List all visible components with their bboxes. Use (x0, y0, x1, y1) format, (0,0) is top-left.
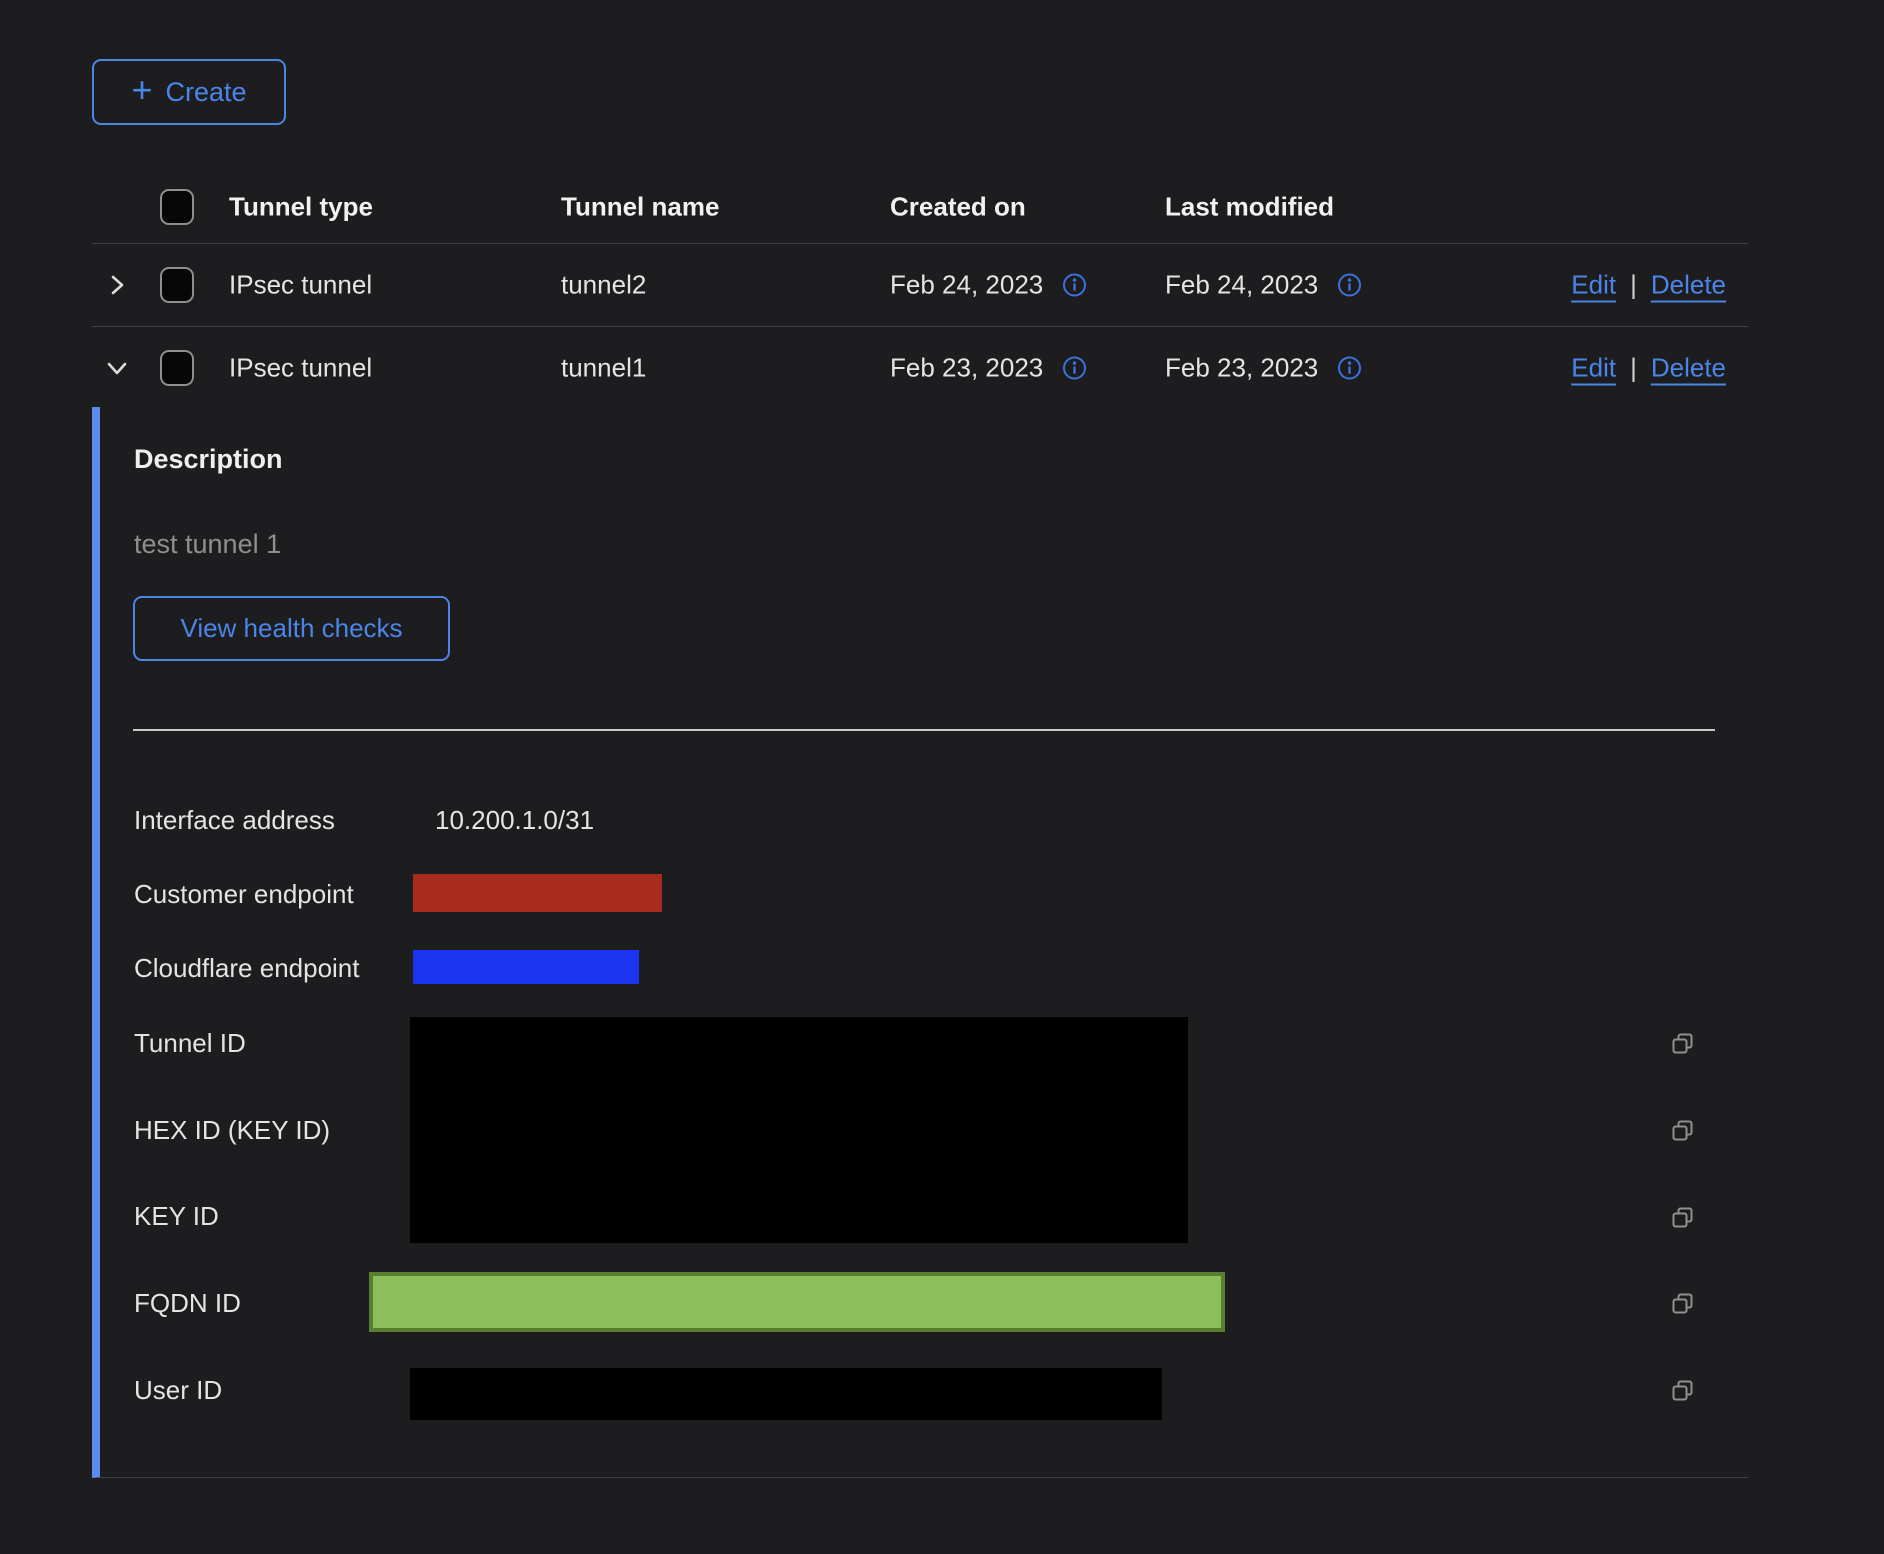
copy-hex-id-icon[interactable] (1670, 1118, 1696, 1144)
column-header-last-modified: Last modified (1165, 191, 1334, 222)
customer-endpoint-label: Customer endpoint (134, 878, 354, 910)
row-actions: Edit | Delete (1571, 270, 1726, 301)
last-modified-date: Feb 24, 2023 (1165, 270, 1318, 301)
last-modified-date: Feb 23, 2023 (1165, 353, 1318, 384)
table-header-row: Tunnel type Tunnel name Created on Last … (92, 170, 1748, 244)
row-actions: Edit | Delete (1571, 353, 1726, 384)
tunnel-detail-panel: Description test tunnel 1 View health ch… (92, 407, 1748, 1478)
interface-address-label: Interface address (134, 804, 335, 836)
create-button-label: Create (165, 77, 246, 108)
table-row-tunnel1: IPsec tunnel tunnel1 Feb 23, 2023 Feb 23… (92, 327, 1748, 409)
tunnel-type-cell: IPsec tunnel (229, 353, 372, 384)
cloudflare-endpoint-redaction (413, 950, 639, 984)
description-text: test tunnel 1 (134, 529, 281, 560)
column-header-tunnel-type: Tunnel type (229, 191, 373, 222)
delete-link[interactable]: Delete (1651, 270, 1726, 301)
section-divider (133, 729, 1715, 731)
tunnels-table: Tunnel type Tunnel name Created on Last … (92, 170, 1748, 409)
created-on-date: Feb 23, 2023 (890, 353, 1043, 384)
key-id-label: KEY ID (134, 1200, 219, 1232)
action-separator: | (1630, 353, 1637, 384)
last-modified-cell: Feb 23, 2023 (1165, 353, 1362, 384)
hex-id-label: HEX ID (KEY ID) (134, 1114, 330, 1146)
copy-tunnel-id-icon[interactable] (1670, 1031, 1696, 1057)
tunnel-type-cell: IPsec tunnel (229, 270, 372, 301)
tunnel-name-cell: tunnel2 (561, 270, 646, 301)
created-on-cell: Feb 23, 2023 (890, 353, 1087, 384)
info-icon[interactable] (1337, 273, 1362, 298)
tunnel-name-cell: tunnel1 (561, 353, 646, 384)
row-checkbox[interactable] (160, 267, 194, 303)
edit-link[interactable]: Edit (1571, 270, 1616, 301)
customer-endpoint-redaction (413, 874, 662, 912)
created-on-date: Feb 24, 2023 (890, 270, 1043, 301)
tunnel-id-label: Tunnel ID (134, 1027, 246, 1059)
info-icon[interactable] (1062, 273, 1087, 298)
chevron-down-icon[interactable] (102, 355, 132, 381)
created-on-cell: Feb 24, 2023 (890, 270, 1087, 301)
fqdn-id-label: FQDN ID (134, 1287, 241, 1319)
create-button[interactable]: + Create (92, 59, 286, 125)
table-row-tunnel2: IPsec tunnel tunnel2 Feb 24, 2023 Feb 24… (92, 244, 1748, 327)
edit-link[interactable]: Edit (1571, 353, 1616, 384)
interface-address-value: 10.200.1.0/31 (435, 804, 594, 836)
info-icon[interactable] (1337, 356, 1362, 381)
user-id-redaction (410, 1368, 1162, 1420)
action-separator: | (1630, 270, 1637, 301)
tunnel-hex-key-id-redaction (410, 1017, 1188, 1243)
chevron-right-icon[interactable] (102, 272, 132, 298)
copy-user-id-icon[interactable] (1670, 1378, 1696, 1404)
copy-fqdn-id-icon[interactable] (1670, 1291, 1696, 1317)
last-modified-cell: Feb 24, 2023 (1165, 270, 1362, 301)
view-health-checks-button[interactable]: View health checks (133, 596, 450, 661)
column-header-created-on: Created on (890, 191, 1026, 222)
cloudflare-endpoint-label: Cloudflare endpoint (134, 952, 360, 984)
user-id-label: User ID (134, 1374, 222, 1406)
tunnels-page: + Create Tunnel type Tunnel name Created… (0, 0, 1884, 1554)
select-all-checkbox[interactable] (160, 189, 194, 225)
column-header-tunnel-name: Tunnel name (561, 191, 719, 222)
row-checkbox[interactable] (160, 350, 194, 386)
copy-key-id-icon[interactable] (1670, 1205, 1696, 1231)
description-heading: Description (134, 444, 283, 475)
delete-link[interactable]: Delete (1651, 353, 1726, 384)
fqdn-id-redaction (369, 1272, 1225, 1332)
info-icon[interactable] (1062, 356, 1087, 381)
